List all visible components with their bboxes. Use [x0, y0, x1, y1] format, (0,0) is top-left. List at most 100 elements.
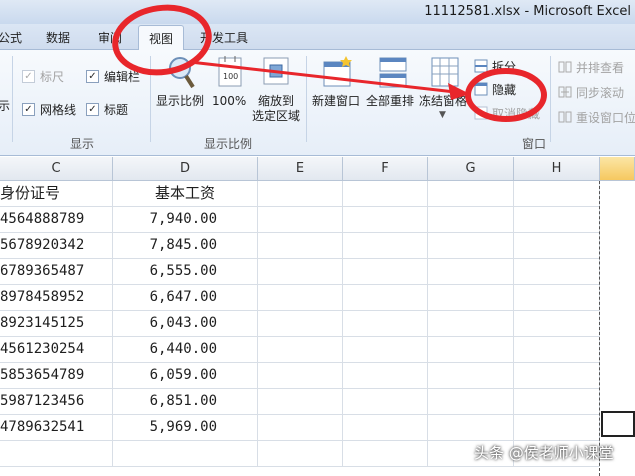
- empty-cell[interactable]: [343, 441, 428, 467]
- unhide-button[interactable]: 取消隐藏: [492, 105, 540, 122]
- side-by-side-button[interactable]: 并排查看: [576, 59, 624, 76]
- empty-cell[interactable]: [258, 259, 343, 285]
- base-salary-cell[interactable]: 7,940.00: [113, 207, 258, 233]
- tab-data[interactable]: 数据: [46, 29, 70, 46]
- base-salary-cell[interactable]: 6,059.00: [113, 363, 258, 389]
- column-header-f[interactable]: F: [343, 157, 428, 181]
- zoom-100-button[interactable]: 100%: [212, 94, 246, 109]
- column-header-selected[interactable]: [600, 157, 635, 181]
- id-number-cell[interactable]: 8923145125: [0, 311, 113, 337]
- empty-cell[interactable]: [428, 363, 514, 389]
- id-number-cell[interactable]: 5678920342: [0, 233, 113, 259]
- active-cell[interactable]: [601, 411, 635, 437]
- column-header-d[interactable]: D: [113, 157, 258, 181]
- id-number-cell[interactable]: 8978458952: [0, 285, 113, 311]
- zoom-to-selection-button[interactable]: 缩放到 选定区域: [252, 94, 300, 124]
- base-salary-cell[interactable]: 7,845.00: [113, 233, 258, 259]
- id-number-cell[interactable]: 6789365487: [0, 259, 113, 285]
- freeze-panes-button[interactable]: 冻结窗格: [419, 94, 467, 109]
- base-salary-cell[interactable]: 6,851.00: [113, 389, 258, 415]
- chevron-down-icon[interactable]: ▼: [439, 110, 446, 120]
- zoom-100-icon[interactable]: 100: [215, 56, 245, 93]
- empty-cell[interactable]: [258, 441, 343, 467]
- sync-scroll-button[interactable]: 同步滚动: [576, 84, 624, 101]
- column-header-e[interactable]: E: [258, 157, 343, 181]
- base-salary-cell[interactable]: 6,440.00: [113, 337, 258, 363]
- base-salary-header[interactable]: 基本工资: [113, 181, 258, 207]
- tab-formulas[interactable]: 公式: [0, 29, 22, 46]
- empty-cell[interactable]: [514, 311, 600, 337]
- ruler-checkbox[interactable]: ✓: [22, 70, 35, 83]
- id-number-cell[interactable]: 5987123456: [0, 389, 113, 415]
- magnifier-icon[interactable]: [166, 56, 196, 93]
- empty-cell[interactable]: [343, 233, 428, 259]
- empty-cell[interactable]: [258, 285, 343, 311]
- empty-cell[interactable]: [514, 363, 600, 389]
- empty-cell[interactable]: [258, 389, 343, 415]
- id-number-header[interactable]: 身份证号: [0, 181, 113, 207]
- tab-review[interactable]: 审阅: [98, 29, 122, 46]
- base-salary-cell[interactable]: 6,647.00: [113, 285, 258, 311]
- gridlines-checkbox[interactable]: ✓: [22, 103, 35, 116]
- empty-cell[interactable]: [343, 389, 428, 415]
- empty-cell[interactable]: [428, 285, 514, 311]
- hide-button[interactable]: 隐藏: [492, 81, 516, 98]
- id-number-cell[interactable]: 4564888789: [0, 207, 113, 233]
- empty-cell[interactable]: [343, 311, 428, 337]
- column-header-h[interactable]: H: [514, 157, 600, 181]
- empty-cell[interactable]: [514, 415, 600, 441]
- empty-cell[interactable]: [514, 259, 600, 285]
- id-number-cell[interactable]: 4561230254: [0, 337, 113, 363]
- empty-cell[interactable]: [343, 285, 428, 311]
- base-salary-cell[interactable]: 6,043.00: [113, 311, 258, 337]
- column-header-c[interactable]: C: [0, 157, 113, 181]
- empty-cell[interactable]: [258, 415, 343, 441]
- arrange-all-icon[interactable]: [378, 56, 408, 93]
- freeze-panes-icon[interactable]: [430, 56, 460, 93]
- empty-cell[interactable]: [428, 337, 514, 363]
- tab-view[interactable]: 视图: [138, 25, 185, 51]
- base-salary-cell[interactable]: 6,555.00: [113, 259, 258, 285]
- empty-cell[interactable]: [343, 207, 428, 233]
- empty-cell[interactable]: [514, 181, 600, 207]
- base-salary-cell[interactable]: 5,969.00: [113, 415, 258, 441]
- empty-cell[interactable]: [258, 363, 343, 389]
- headings-checkbox[interactable]: ✓: [86, 103, 99, 116]
- empty-cell[interactable]: [343, 337, 428, 363]
- empty-cell[interactable]: [343, 259, 428, 285]
- arrange-all-button[interactable]: 全部重排: [366, 94, 414, 109]
- formula-bar-checkbox[interactable]: ✓: [86, 70, 99, 83]
- id-number-cell[interactable]: 4789632541: [0, 415, 113, 441]
- id-number-cell[interactable]: [0, 441, 113, 467]
- empty-cell[interactable]: [258, 337, 343, 363]
- empty-cell[interactable]: [428, 181, 514, 207]
- reset-position-button[interactable]: 重设窗口位: [576, 109, 635, 126]
- id-number-cell[interactable]: 5853654789: [0, 363, 113, 389]
- empty-cell[interactable]: [428, 207, 514, 233]
- empty-cell[interactable]: [514, 207, 600, 233]
- tab-developer[interactable]: 开发工具: [200, 29, 248, 46]
- worksheet-grid[interactable]: C D E F G H 身份证号 基本工资 4564888789 7,940.00 56…: [0, 157, 635, 476]
- empty-cell[interactable]: [258, 311, 343, 337]
- zoom-to-selection-icon[interactable]: [262, 56, 290, 93]
- empty-cell[interactable]: [514, 285, 600, 311]
- empty-cell[interactable]: [428, 233, 514, 259]
- zoom-button[interactable]: 显示比例: [156, 94, 204, 109]
- split-button[interactable]: 拆分: [492, 58, 516, 75]
- empty-cell[interactable]: [428, 415, 514, 441]
- empty-cell[interactable]: [514, 337, 600, 363]
- empty-cell[interactable]: [343, 181, 428, 207]
- empty-cell[interactable]: [514, 389, 600, 415]
- empty-cell[interactable]: [343, 415, 428, 441]
- new-window-icon[interactable]: [322, 56, 354, 93]
- empty-cell[interactable]: [343, 363, 428, 389]
- empty-cell[interactable]: [514, 233, 600, 259]
- empty-cell[interactable]: [258, 233, 343, 259]
- empty-cell[interactable]: [258, 207, 343, 233]
- new-window-button[interactable]: 新建窗口: [312, 94, 360, 109]
- base-salary-cell[interactable]: [113, 441, 258, 467]
- column-header-g[interactable]: G: [428, 157, 514, 181]
- empty-cell[interactable]: [258, 181, 343, 207]
- empty-cell[interactable]: [428, 311, 514, 337]
- empty-cell[interactable]: [428, 259, 514, 285]
